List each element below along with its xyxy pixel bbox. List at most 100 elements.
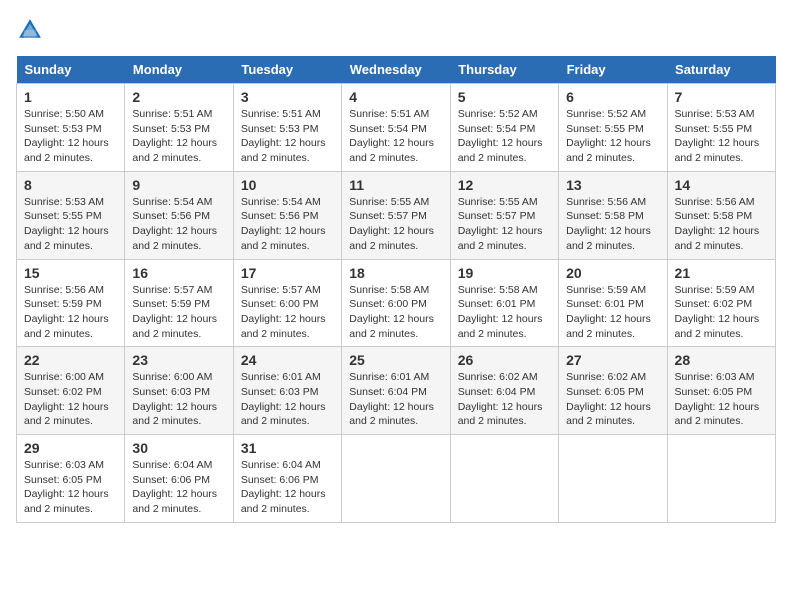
day-info: Sunrise: 5:58 AMSunset: 6:01 PMDaylight:… xyxy=(458,284,543,340)
day-number: 22 xyxy=(24,352,117,368)
calendar-cell: 21 Sunrise: 5:59 AMSunset: 6:02 PMDaylig… xyxy=(667,259,775,347)
calendar-cell: 31 Sunrise: 6:04 AMSunset: 6:06 PMDaylig… xyxy=(233,435,341,523)
day-number: 20 xyxy=(566,265,659,281)
day-number: 2 xyxy=(132,89,225,105)
day-number: 12 xyxy=(458,177,551,193)
day-info: Sunrise: 6:00 AMSunset: 6:03 PMDaylight:… xyxy=(132,371,217,427)
day-number: 19 xyxy=(458,265,551,281)
calendar-cell: 6 Sunrise: 5:52 AMSunset: 5:55 PMDayligh… xyxy=(559,84,667,172)
day-number: 14 xyxy=(675,177,768,193)
calendar-cell: 5 Sunrise: 5:52 AMSunset: 5:54 PMDayligh… xyxy=(450,84,558,172)
day-info: Sunrise: 6:02 AMSunset: 6:04 PMDaylight:… xyxy=(458,371,543,427)
calendar-cell: 3 Sunrise: 5:51 AMSunset: 5:53 PMDayligh… xyxy=(233,84,341,172)
day-info: Sunrise: 6:01 AMSunset: 6:03 PMDaylight:… xyxy=(241,371,326,427)
day-info: Sunrise: 5:56 AMSunset: 5:58 PMDaylight:… xyxy=(566,196,651,252)
calendar-cell: 28 Sunrise: 6:03 AMSunset: 6:05 PMDaylig… xyxy=(667,347,775,435)
day-number: 3 xyxy=(241,89,334,105)
day-number: 11 xyxy=(349,177,442,193)
header-row: SundayMondayTuesdayWednesdayThursdayFrid… xyxy=(17,56,776,84)
day-number: 9 xyxy=(132,177,225,193)
day-info: Sunrise: 5:55 AMSunset: 5:57 PMDaylight:… xyxy=(458,196,543,252)
day-number: 28 xyxy=(675,352,768,368)
calendar-cell: 27 Sunrise: 6:02 AMSunset: 6:05 PMDaylig… xyxy=(559,347,667,435)
calendar-cell: 18 Sunrise: 5:58 AMSunset: 6:00 PMDaylig… xyxy=(342,259,450,347)
day-info: Sunrise: 5:58 AMSunset: 6:00 PMDaylight:… xyxy=(349,284,434,340)
page-header xyxy=(16,16,776,44)
day-info: Sunrise: 5:51 AMSunset: 5:53 PMDaylight:… xyxy=(241,108,326,164)
column-header-sunday: Sunday xyxy=(17,56,125,84)
day-info: Sunrise: 5:55 AMSunset: 5:57 PMDaylight:… xyxy=(349,196,434,252)
day-number: 31 xyxy=(241,440,334,456)
day-number: 27 xyxy=(566,352,659,368)
calendar-cell: 22 Sunrise: 6:00 AMSunset: 6:02 PMDaylig… xyxy=(17,347,125,435)
day-number: 21 xyxy=(675,265,768,281)
logo xyxy=(16,16,48,44)
day-info: Sunrise: 6:03 AMSunset: 6:05 PMDaylight:… xyxy=(675,371,760,427)
day-number: 24 xyxy=(241,352,334,368)
calendar-cell: 17 Sunrise: 5:57 AMSunset: 6:00 PMDaylig… xyxy=(233,259,341,347)
day-info: Sunrise: 5:53 AMSunset: 5:55 PMDaylight:… xyxy=(675,108,760,164)
calendar-cell: 13 Sunrise: 5:56 AMSunset: 5:58 PMDaylig… xyxy=(559,171,667,259)
logo-icon xyxy=(16,16,44,44)
calendar-cell: 25 Sunrise: 6:01 AMSunset: 6:04 PMDaylig… xyxy=(342,347,450,435)
day-info: Sunrise: 5:51 AMSunset: 5:54 PMDaylight:… xyxy=(349,108,434,164)
calendar-cell: 8 Sunrise: 5:53 AMSunset: 5:55 PMDayligh… xyxy=(17,171,125,259)
day-info: Sunrise: 6:01 AMSunset: 6:04 PMDaylight:… xyxy=(349,371,434,427)
calendar-cell: 14 Sunrise: 5:56 AMSunset: 5:58 PMDaylig… xyxy=(667,171,775,259)
day-number: 8 xyxy=(24,177,117,193)
day-number: 13 xyxy=(566,177,659,193)
calendar-cell: 11 Sunrise: 5:55 AMSunset: 5:57 PMDaylig… xyxy=(342,171,450,259)
day-number: 26 xyxy=(458,352,551,368)
day-info: Sunrise: 5:52 AMSunset: 5:54 PMDaylight:… xyxy=(458,108,543,164)
day-number: 18 xyxy=(349,265,442,281)
day-number: 16 xyxy=(132,265,225,281)
column-header-friday: Friday xyxy=(559,56,667,84)
day-info: Sunrise: 5:57 AMSunset: 6:00 PMDaylight:… xyxy=(241,284,326,340)
day-number: 10 xyxy=(241,177,334,193)
day-number: 15 xyxy=(24,265,117,281)
calendar-cell: 7 Sunrise: 5:53 AMSunset: 5:55 PMDayligh… xyxy=(667,84,775,172)
day-number: 29 xyxy=(24,440,117,456)
calendar-cell xyxy=(667,435,775,523)
day-info: Sunrise: 5:51 AMSunset: 5:53 PMDaylight:… xyxy=(132,108,217,164)
day-info: Sunrise: 5:56 AMSunset: 5:58 PMDaylight:… xyxy=(675,196,760,252)
day-info: Sunrise: 6:00 AMSunset: 6:02 PMDaylight:… xyxy=(24,371,109,427)
calendar-cell: 15 Sunrise: 5:56 AMSunset: 5:59 PMDaylig… xyxy=(17,259,125,347)
calendar-week-5: 29 Sunrise: 6:03 AMSunset: 6:05 PMDaylig… xyxy=(17,435,776,523)
day-info: Sunrise: 5:57 AMSunset: 5:59 PMDaylight:… xyxy=(132,284,217,340)
calendar-week-1: 1 Sunrise: 5:50 AMSunset: 5:53 PMDayligh… xyxy=(17,84,776,172)
column-header-wednesday: Wednesday xyxy=(342,56,450,84)
calendar-cell: 26 Sunrise: 6:02 AMSunset: 6:04 PMDaylig… xyxy=(450,347,558,435)
day-info: Sunrise: 5:54 AMSunset: 5:56 PMDaylight:… xyxy=(241,196,326,252)
day-number: 17 xyxy=(241,265,334,281)
day-info: Sunrise: 5:56 AMSunset: 5:59 PMDaylight:… xyxy=(24,284,109,340)
day-info: Sunrise: 6:03 AMSunset: 6:05 PMDaylight:… xyxy=(24,459,109,515)
day-number: 4 xyxy=(349,89,442,105)
calendar-cell: 16 Sunrise: 5:57 AMSunset: 5:59 PMDaylig… xyxy=(125,259,233,347)
calendar-cell: 4 Sunrise: 5:51 AMSunset: 5:54 PMDayligh… xyxy=(342,84,450,172)
column-header-thursday: Thursday xyxy=(450,56,558,84)
calendar-cell: 20 Sunrise: 5:59 AMSunset: 6:01 PMDaylig… xyxy=(559,259,667,347)
calendar-cell: 29 Sunrise: 6:03 AMSunset: 6:05 PMDaylig… xyxy=(17,435,125,523)
calendar-week-4: 22 Sunrise: 6:00 AMSunset: 6:02 PMDaylig… xyxy=(17,347,776,435)
calendar-cell: 24 Sunrise: 6:01 AMSunset: 6:03 PMDaylig… xyxy=(233,347,341,435)
day-number: 25 xyxy=(349,352,442,368)
calendar-cell: 30 Sunrise: 6:04 AMSunset: 6:06 PMDaylig… xyxy=(125,435,233,523)
day-number: 5 xyxy=(458,89,551,105)
day-number: 6 xyxy=(566,89,659,105)
day-info: Sunrise: 6:02 AMSunset: 6:05 PMDaylight:… xyxy=(566,371,651,427)
column-header-saturday: Saturday xyxy=(667,56,775,84)
day-number: 30 xyxy=(132,440,225,456)
calendar-cell xyxy=(450,435,558,523)
day-number: 1 xyxy=(24,89,117,105)
calendar-cell: 2 Sunrise: 5:51 AMSunset: 5:53 PMDayligh… xyxy=(125,84,233,172)
day-number: 7 xyxy=(675,89,768,105)
calendar-week-3: 15 Sunrise: 5:56 AMSunset: 5:59 PMDaylig… xyxy=(17,259,776,347)
day-info: Sunrise: 5:50 AMSunset: 5:53 PMDaylight:… xyxy=(24,108,109,164)
calendar-cell: 9 Sunrise: 5:54 AMSunset: 5:56 PMDayligh… xyxy=(125,171,233,259)
day-number: 23 xyxy=(132,352,225,368)
calendar-table: SundayMondayTuesdayWednesdayThursdayFrid… xyxy=(16,56,776,523)
column-header-tuesday: Tuesday xyxy=(233,56,341,84)
calendar-cell: 12 Sunrise: 5:55 AMSunset: 5:57 PMDaylig… xyxy=(450,171,558,259)
day-info: Sunrise: 5:54 AMSunset: 5:56 PMDaylight:… xyxy=(132,196,217,252)
